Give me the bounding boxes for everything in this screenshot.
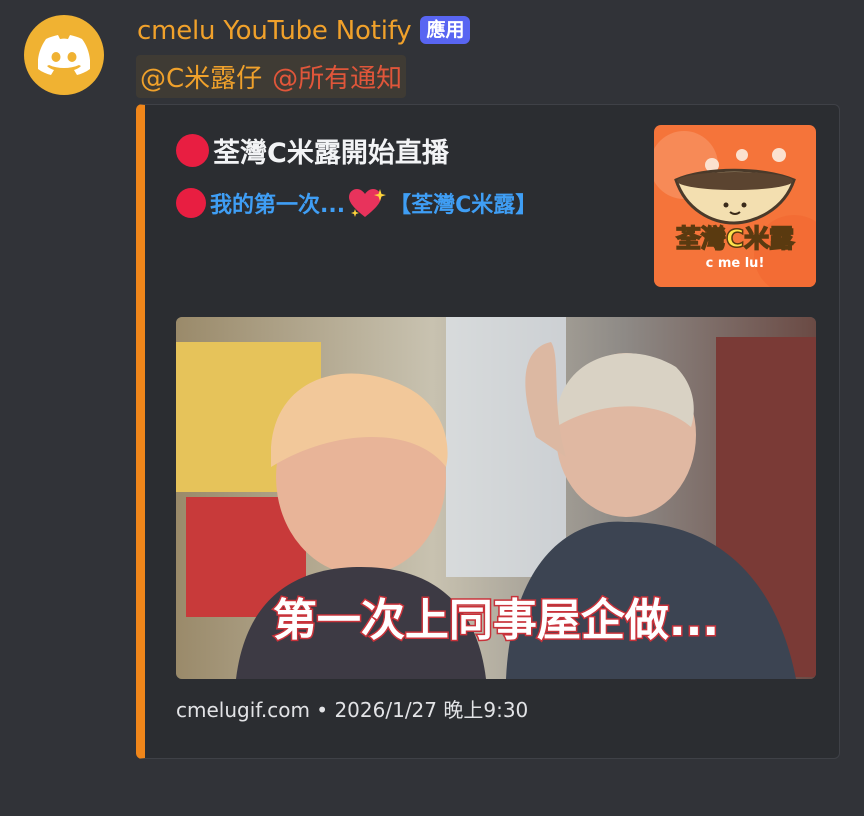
message-content: @C米露仔 @所有通知	[136, 55, 407, 98]
app-badge: 應用	[420, 16, 471, 44]
image-caption: 第一次上同事屋企做...	[273, 595, 719, 646]
red-circle-icon	[176, 134, 209, 167]
message-header: cmelu YouTube Notify 應用	[137, 16, 471, 46]
embed-footer: cmelugif.com • 2026/1/27 晚上9:30	[176, 694, 528, 723]
thumbnail-title: 荃灣C米露	[676, 224, 795, 253]
embed-channel-name: 【荃灣C米露】	[389, 193, 538, 218]
thumbnail-subtitle: c me lu!	[706, 256, 765, 271]
footer-timestamp: 2026/1/27 晚上9:30	[334, 698, 529, 722]
avatar[interactable]	[24, 15, 104, 95]
embed-image[interactable]: 第一次上同事屋企做...	[176, 317, 816, 679]
role-mention[interactable]: @C米露仔	[140, 58, 262, 95]
embed-description[interactable]: 我的第一次... 【荃灣C米露】	[176, 187, 537, 219]
sparkling-heart-icon	[349, 189, 387, 217]
footer-site: cmelugif.com	[176, 698, 310, 722]
embed-title[interactable]: 荃灣C米露開始直播	[176, 131, 449, 170]
username[interactable]: cmelu YouTube Notify	[137, 16, 412, 46]
embed-card: 荃灣C米露開始直播 我的第一次... 【荃灣C米露】 荃灣C米露 c me lu…	[136, 104, 840, 759]
role-mention[interactable]: @所有通知	[272, 58, 402, 95]
red-circle-icon	[176, 188, 206, 218]
discord-logo-icon	[38, 35, 90, 75]
embed-description-text: 我的第一次...	[210, 193, 346, 218]
footer-separator: •	[316, 698, 329, 722]
embed-thumbnail[interactable]: 荃灣C米露 c me lu!	[654, 125, 816, 287]
embed-title-text: 荃灣C米露開始直播	[213, 138, 449, 169]
